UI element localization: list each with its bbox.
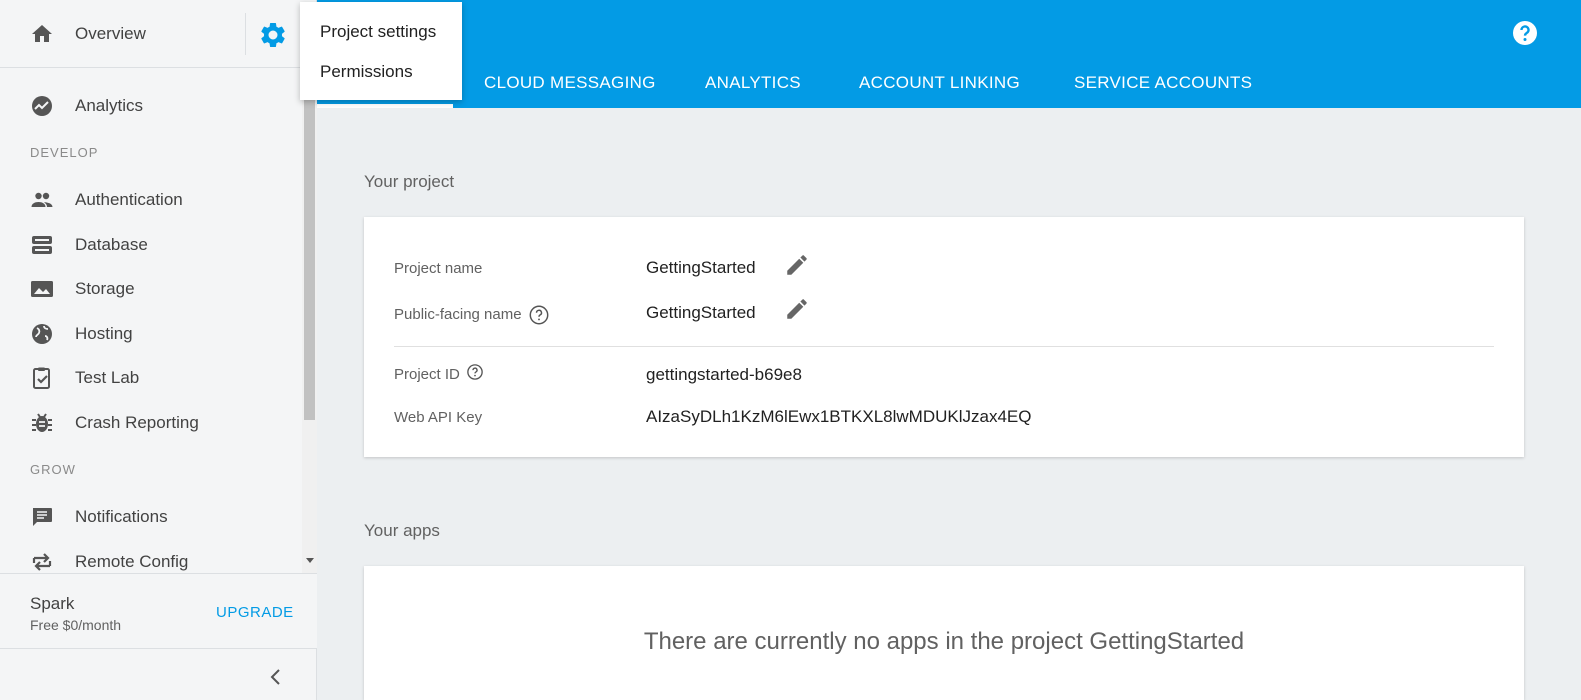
sidebar: Overview Analytics DEVELOP Authenticatio… <box>0 0 317 700</box>
tab-analytics[interactable]: ANALYTICS <box>705 73 801 93</box>
help-circle-icon[interactable] <box>466 363 484 381</box>
top-header: CLOUD MESSAGING ANALYTICS ACCOUNT LINKIN… <box>317 0 1581 108</box>
field-label-text: Public-facing name <box>394 305 522 323</box>
sidebar-item-authentication[interactable]: Authentication <box>0 180 302 220</box>
help-icon[interactable] <box>1512 20 1538 46</box>
photo-icon <box>31 281 53 297</box>
people-icon <box>31 192 53 207</box>
clipboard-check-icon <box>33 367 50 389</box>
help-circle-icon[interactable] <box>528 304 550 326</box>
tab-account-linking[interactable]: ACCOUNT LINKING <box>859 73 1020 93</box>
section-label-grow: GROW <box>30 462 76 477</box>
menu-item-permissions[interactable]: Permissions <box>320 62 413 82</box>
field-label-project-name: Project name <box>394 260 483 277</box>
sidebar-item-test-lab[interactable]: Test Lab <box>0 358 302 398</box>
field-label-text: Project ID <box>394 366 460 383</box>
field-label-web-api-key: Web API Key <box>394 409 483 426</box>
sidebar-item-label: Analytics <box>75 96 144 115</box>
globe-icon <box>32 324 52 344</box>
overview-link[interactable]: Overview <box>75 24 146 44</box>
apps-card: There are currently no apps in the proje… <box>364 566 1524 700</box>
sidebar-item-notifications[interactable]: Notifications <box>0 497 302 537</box>
home-icon[interactable] <box>30 22 54 46</box>
sidebar-item-remote-config[interactable]: Remote Config <box>0 542 302 573</box>
sidebar-item-label: Database <box>75 235 148 254</box>
field-value-web-api-key: AIzaSyDLh1KzM6lEwx1BTKXL8lwMDUKlJzax4EQ <box>646 407 1032 426</box>
database-icon <box>32 236 52 254</box>
section-label-develop: DEVELOP <box>30 145 99 160</box>
scroll-down-arrow-icon[interactable] <box>306 558 314 563</box>
edit-pencil-icon[interactable] <box>784 296 810 322</box>
swap-icon <box>32 553 52 571</box>
analytics-icon <box>32 96 52 116</box>
sidebar-scrollbar[interactable] <box>302 68 317 573</box>
sidebar-item-label: Remote Config <box>75 552 189 571</box>
field-value-public-facing-name: GettingStarted <box>646 303 756 322</box>
sidebar-item-label: Storage <box>75 279 135 298</box>
sidebar-item-hosting[interactable]: Hosting <box>0 314 302 354</box>
field-label-public-facing-name: Public-facing name <box>394 304 550 326</box>
sidebar-item-crash-reporting[interactable]: Crash Reporting <box>0 403 302 443</box>
chat-icon <box>33 508 52 526</box>
section-title-your-project: Your project <box>364 172 455 191</box>
sidebar-item-label: Test Lab <box>75 368 140 387</box>
sidebar-item-label: Hosting <box>75 324 133 343</box>
gear-icon[interactable] <box>258 20 288 50</box>
sidebar-item-label: Notifications <box>75 507 168 526</box>
project-card: Project name GettingStarted Public-facin… <box>364 217 1524 457</box>
active-tab-indicator <box>317 104 453 108</box>
bug-icon <box>32 413 52 432</box>
plan-panel: Spark Free $0/month UPGRADE <box>0 573 317 649</box>
edit-pencil-icon[interactable] <box>784 252 810 278</box>
settings-dropdown-menu: Project settings Permissions <box>300 2 462 100</box>
scrollbar-thumb[interactable] <box>304 100 315 420</box>
tab-cloud-messaging[interactable]: CLOUD MESSAGING <box>484 73 656 93</box>
menu-item-project-settings[interactable]: Project settings <box>320 22 436 42</box>
tab-service-accounts[interactable]: SERVICE ACCOUNTS <box>1074 73 1252 93</box>
plan-price: Free $0/month <box>30 617 122 633</box>
sidebar-item-label: Crash Reporting <box>75 413 199 432</box>
chevron-left-icon[interactable] <box>266 664 286 690</box>
card-divider <box>394 346 1494 347</box>
sidebar-item-label: Authentication <box>75 190 183 209</box>
plan-name: Spark <box>30 594 75 613</box>
empty-apps-message: There are currently no apps in the proje… <box>643 628 1245 655</box>
upgrade-button[interactable]: UPGRADE <box>216 604 294 621</box>
field-value-project-id: gettingstarted-b69e8 <box>646 365 802 384</box>
field-value-project-name: GettingStarted <box>646 258 756 277</box>
sidebar-header: Overview <box>0 0 317 68</box>
header-divider <box>245 13 246 55</box>
sidebar-item-storage[interactable]: Storage <box>0 269 302 309</box>
sidebar-nav[interactable]: Analytics DEVELOP Authentication Databas… <box>0 68 317 573</box>
section-title-your-apps: Your apps <box>364 521 440 540</box>
sidebar-item-database[interactable]: Database <box>0 225 302 265</box>
field-label-project-id: Project ID <box>394 363 484 383</box>
sidebar-item-analytics[interactable]: Analytics <box>0 86 302 126</box>
